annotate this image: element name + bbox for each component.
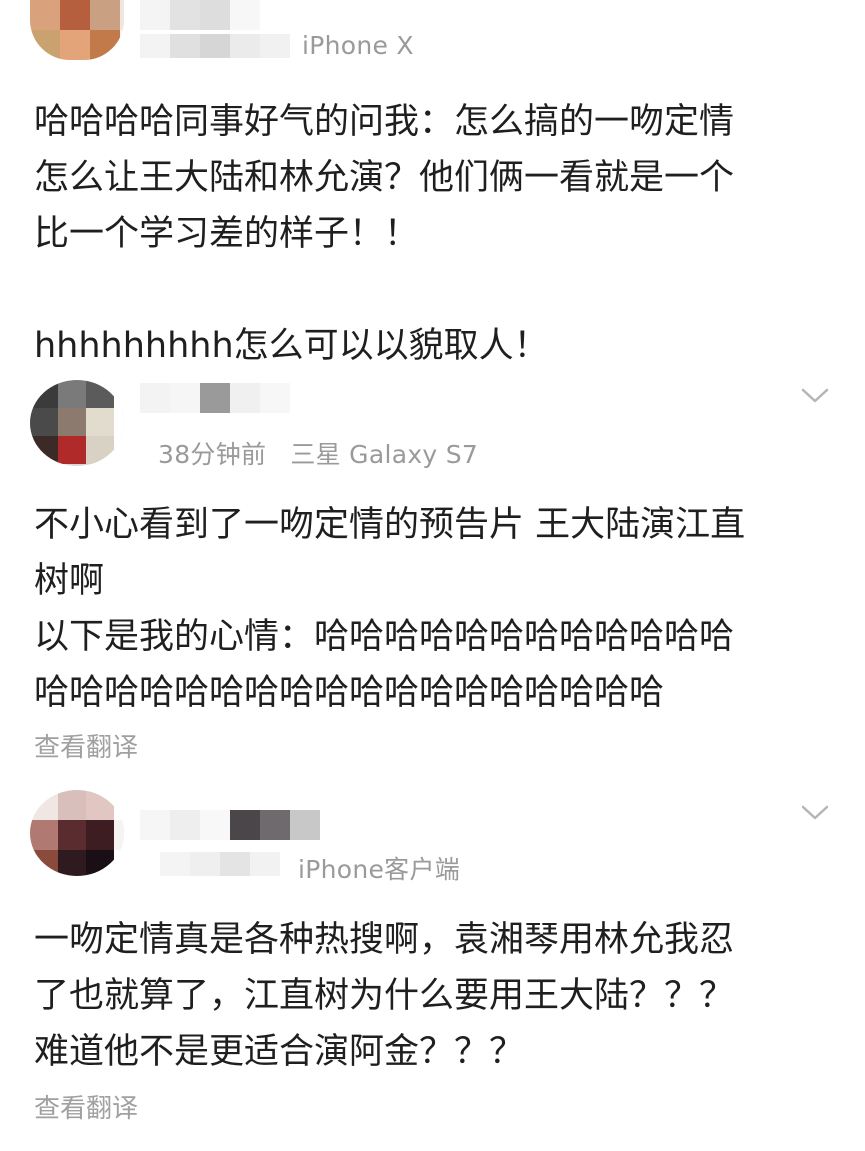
time-label: 38分钟前 (158, 440, 267, 469)
post-meta: 38分钟前 三星 Galaxy S7 (158, 435, 478, 471)
comment-text: 不小心看到了一吻定情的预告片 王大陆演江直 树啊 以下是我的心情：哈哈哈哈哈哈哈… (34, 497, 834, 721)
chevron-down-icon[interactable] (800, 387, 830, 405)
username-blurred[interactable] (140, 0, 260, 30)
text-line: 难道他不是更适合演阿金？？？ (34, 1032, 525, 1072)
text-line: 不小心看到了一吻定情的预告片 王大陆演江直 (34, 505, 746, 545)
chevron-down-icon[interactable] (800, 804, 830, 822)
device-label: 三星 Galaxy S7 (290, 440, 479, 469)
text-line: hhhhhhhhh怎么可以以貌取人！ (34, 326, 549, 366)
avatar[interactable] (30, 790, 124, 876)
text-line: 比一个学习差的样子！！ (34, 214, 420, 254)
text-line: 哈哈哈哈哈哈哈哈哈哈哈哈哈哈哈哈哈哈 (34, 673, 665, 713)
username-blurred[interactable] (140, 383, 290, 413)
device-label: iPhone客户端 (298, 855, 461, 884)
post-meta: iPhone X (302, 31, 414, 60)
text-line: 树啊 (34, 561, 105, 601)
text-line: 了也就算了，江直树为什么要用王大陆？？？ (34, 976, 735, 1016)
avatar[interactable] (30, 380, 124, 466)
comment-1: iPhone X 哈哈哈哈同事好气的问我：怎么搞的一吻定情 怎么让王大陆和林允演… (0, 0, 865, 370)
text-line: 怎么让王大陆和林允演？他们俩一看就是一个 (34, 158, 735, 198)
text-line: 以下是我的心情：哈哈哈哈哈哈哈哈哈哈哈哈 (34, 617, 735, 657)
username-blurred[interactable] (140, 810, 320, 840)
device-label: iPhone X (302, 31, 414, 60)
post-meta: iPhone客户端 (298, 850, 460, 886)
comment-3: iPhone客户端 一吻定情真是各种热搜啊，袁湘琴用林允我忍 了也就算了，江直树… (0, 790, 865, 1151)
meta-time-blurred (140, 34, 290, 58)
text-line: 一吻定情真是各种热搜啊，袁湘琴用林允我忍 (34, 920, 735, 960)
translate-link[interactable]: 查看翻译 (34, 1088, 138, 1125)
avatar[interactable] (30, 0, 124, 60)
text-line: 哈哈哈哈同事好气的问我：怎么搞的一吻定情 (34, 102, 735, 142)
comment-text: 一吻定情真是各种热搜啊，袁湘琴用林允我忍 了也就算了，江直树为什么要用王大陆？？… (34, 912, 834, 1080)
comment-text: 哈哈哈哈同事好气的问我：怎么搞的一吻定情 怎么让王大陆和林允演？他们俩一看就是一… (34, 94, 834, 374)
meta-time-blurred (160, 852, 280, 876)
translate-link[interactable]: 查看翻译 (34, 727, 138, 764)
comment-2: 38分钟前 三星 Galaxy S7 不小心看到了一吻定情的预告片 王大陆演江直 … (0, 375, 865, 775)
